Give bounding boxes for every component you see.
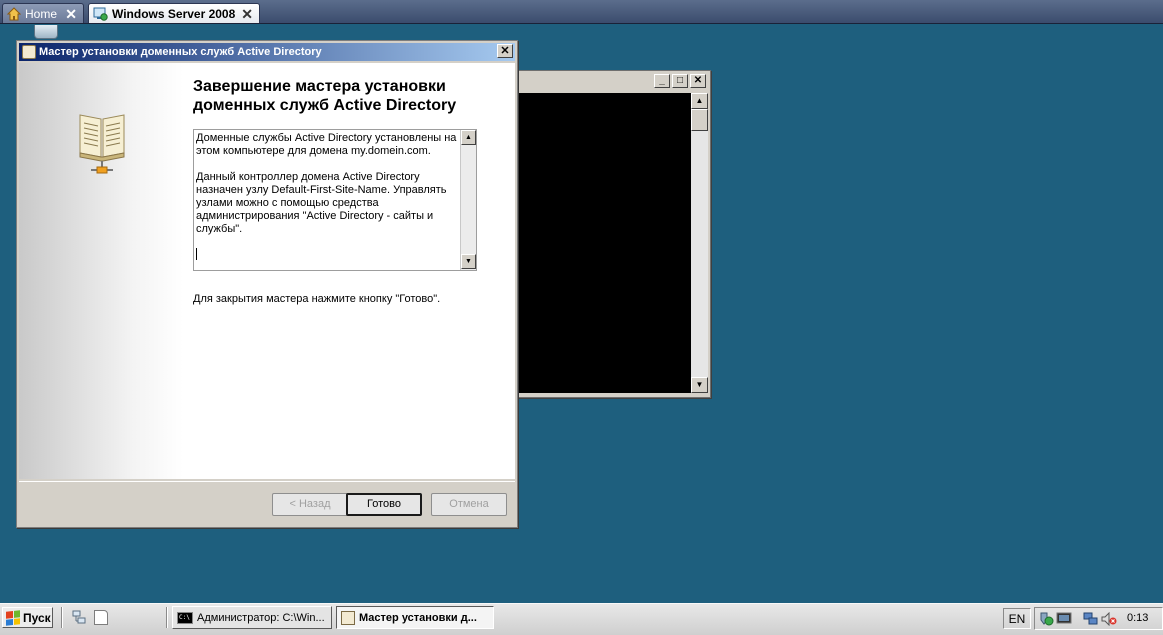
tab-home-label: Home xyxy=(25,6,58,21)
tab-windows-server-close-icon[interactable]: ✕ xyxy=(241,7,253,21)
console-window[interactable]: _ □ ✕ ▲ ▼ xyxy=(510,70,711,398)
taskbar-separator xyxy=(166,607,168,628)
console-close-button[interactable]: ✕ xyxy=(690,74,706,88)
summary-textbox[interactable]: Доменные службы Active Directory установ… xyxy=(193,129,477,271)
wizard-close-button[interactable]: ✕ xyxy=(497,44,513,58)
server-manager-icon[interactable] xyxy=(72,610,86,625)
book-icon xyxy=(79,114,125,174)
console-scroll-thumb[interactable] xyxy=(691,109,708,131)
console-scroll-up-button[interactable]: ▲ xyxy=(691,93,708,109)
summary-scrollbar[interactable]: ▲ ▼ xyxy=(460,130,476,270)
task-label: Мастер установки д... xyxy=(359,611,477,624)
summary-scroll-down-button[interactable]: ▼ xyxy=(461,254,476,269)
vm-tab-bar: Home ✕ Windows Server 2008 ✕ xyxy=(0,0,1163,24)
taskbar-item-ad-wizard[interactable]: Мастер установки д... xyxy=(336,606,494,629)
finish-button[interactable]: Готово xyxy=(346,493,422,516)
command-prompt-icon: C:\ xyxy=(177,611,193,624)
clock[interactable]: 0:13 xyxy=(1127,612,1148,624)
tab-home[interactable]: Home ✕ xyxy=(2,3,84,23)
wizard-title: Мастер установки доменных служб Active D… xyxy=(39,46,322,58)
vm-icon xyxy=(93,7,108,21)
tab-windows-server-label: Windows Server 2008 xyxy=(112,6,236,21)
network-icon[interactable] xyxy=(1083,612,1099,626)
cancel-button[interactable]: Отмена xyxy=(431,493,507,516)
wizard-footer: < Назад Готово Отмена xyxy=(19,481,515,525)
console-scroll-down-button[interactable]: ▼ xyxy=(691,377,708,393)
back-button[interactable]: < Назад xyxy=(272,493,348,516)
wizard-heading: Завершение мастера установки доменных сл… xyxy=(193,78,457,114)
text-caret xyxy=(196,248,197,260)
console-minimize-button[interactable]: _ xyxy=(654,74,670,88)
system-tray: 0:13 xyxy=(1034,607,1163,630)
home-icon xyxy=(7,6,21,20)
taskbar-item-command-prompt[interactable]: C:\ Администратор: C:\Win... xyxy=(172,606,332,629)
security-shield-icon[interactable] xyxy=(1038,612,1054,626)
tab-windows-server-2008[interactable]: Windows Server 2008 ✕ xyxy=(88,3,260,23)
wizard-title-bar[interactable]: Мастер установки доменных служб Active D… xyxy=(19,43,515,61)
wizard-sidebar xyxy=(19,63,183,479)
recycle-bin-icon[interactable] xyxy=(34,25,58,39)
summary-text: Доменные службы Active Directory установ… xyxy=(196,132,457,235)
taskbar-separator xyxy=(61,607,63,628)
task-label: Администратор: C:\Win... xyxy=(197,611,325,624)
start-label: Пуск xyxy=(23,610,51,625)
monitor-icon[interactable] xyxy=(1056,612,1072,626)
volume-muted-icon[interactable] xyxy=(1101,612,1117,626)
close-hint-text: Для закрытия мастера нажмите кнопку "Гот… xyxy=(193,293,441,305)
console-maximize-button[interactable]: □ xyxy=(672,74,688,88)
ad-install-wizard-dialog: Мастер установки доменных служб Active D… xyxy=(16,40,518,528)
wizard-icon xyxy=(341,610,355,625)
start-button[interactable]: Пуск xyxy=(2,607,53,628)
tab-home-close-icon[interactable]: ✕ xyxy=(65,7,77,21)
wizard-app-icon xyxy=(22,45,36,59)
language-indicator[interactable]: EN xyxy=(1003,608,1031,629)
document-icon[interactable] xyxy=(94,610,108,625)
wizard-content: Завершение мастера установки доменных сл… xyxy=(19,63,515,479)
console-output[interactable] xyxy=(519,93,691,393)
console-scrollbar[interactable]: ▲ ▼ xyxy=(691,93,708,393)
summary-scroll-up-button[interactable]: ▲ xyxy=(461,130,476,145)
taskbar: Пуск C:\ Администратор: C:\Win... Мастер… xyxy=(0,603,1163,635)
windows-logo-icon xyxy=(6,609,20,626)
